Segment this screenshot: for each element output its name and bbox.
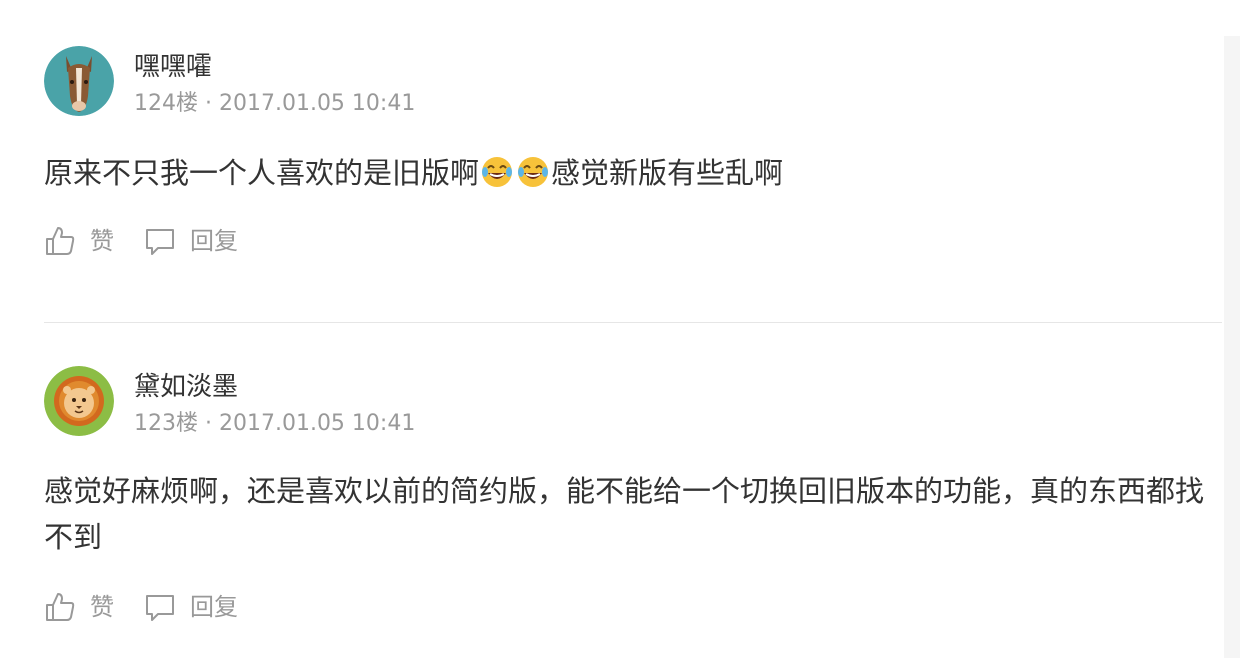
floor-timestamp: 123楼 · 2017.01.05 10:41 xyxy=(134,411,416,436)
thumbs-up-icon xyxy=(46,593,75,621)
scrollbar-track[interactable] xyxy=(1224,36,1240,658)
horse-avatar-icon xyxy=(44,46,114,116)
username[interactable]: 嘿嘿嚯 xyxy=(134,50,212,84)
username[interactable]: 黛如淡墨 xyxy=(134,370,238,404)
floor-timestamp: 124楼 · 2017.01.05 10:41 xyxy=(134,91,416,116)
comment-text-part: 感觉新版有些乱啊 xyxy=(551,156,784,190)
comment-text: 感觉好麻烦啊，还是喜欢以前的简约版，能不能给一个切换回旧版本的功能，真的东西都找… xyxy=(44,474,1205,554)
comment-divider xyxy=(44,322,1222,323)
lion-avatar-icon xyxy=(44,366,114,436)
like-label: 赞 xyxy=(90,593,114,621)
tears-of-joy-emoji-icon xyxy=(516,155,550,189)
speech-bubble-icon xyxy=(146,229,174,255)
comment-actions: 赞 回复 xyxy=(44,221,238,261)
reply-button[interactable]: 回复 xyxy=(144,221,238,261)
reply-label: 回复 xyxy=(190,593,238,621)
like-button[interactable]: 赞 xyxy=(44,221,114,261)
thumbs-up-icon xyxy=(46,227,75,255)
comment-text: 原来不只我一个人喜欢的是旧版啊 感觉新版有些乱啊 xyxy=(44,150,1214,196)
like-label: 赞 xyxy=(90,227,114,255)
reply-label: 回复 xyxy=(190,227,238,255)
comment-actions: 赞 回复 xyxy=(44,587,238,627)
speech-bubble-icon xyxy=(146,595,174,621)
tears-of-joy-emoji-icon xyxy=(480,155,514,189)
like-button[interactable]: 赞 xyxy=(44,587,114,627)
comment-text-part: 原来不只我一个人喜欢的是旧版啊 xyxy=(44,156,480,190)
reply-button[interactable]: 回复 xyxy=(144,587,238,627)
avatar[interactable] xyxy=(44,46,114,116)
avatar[interactable] xyxy=(44,366,114,436)
